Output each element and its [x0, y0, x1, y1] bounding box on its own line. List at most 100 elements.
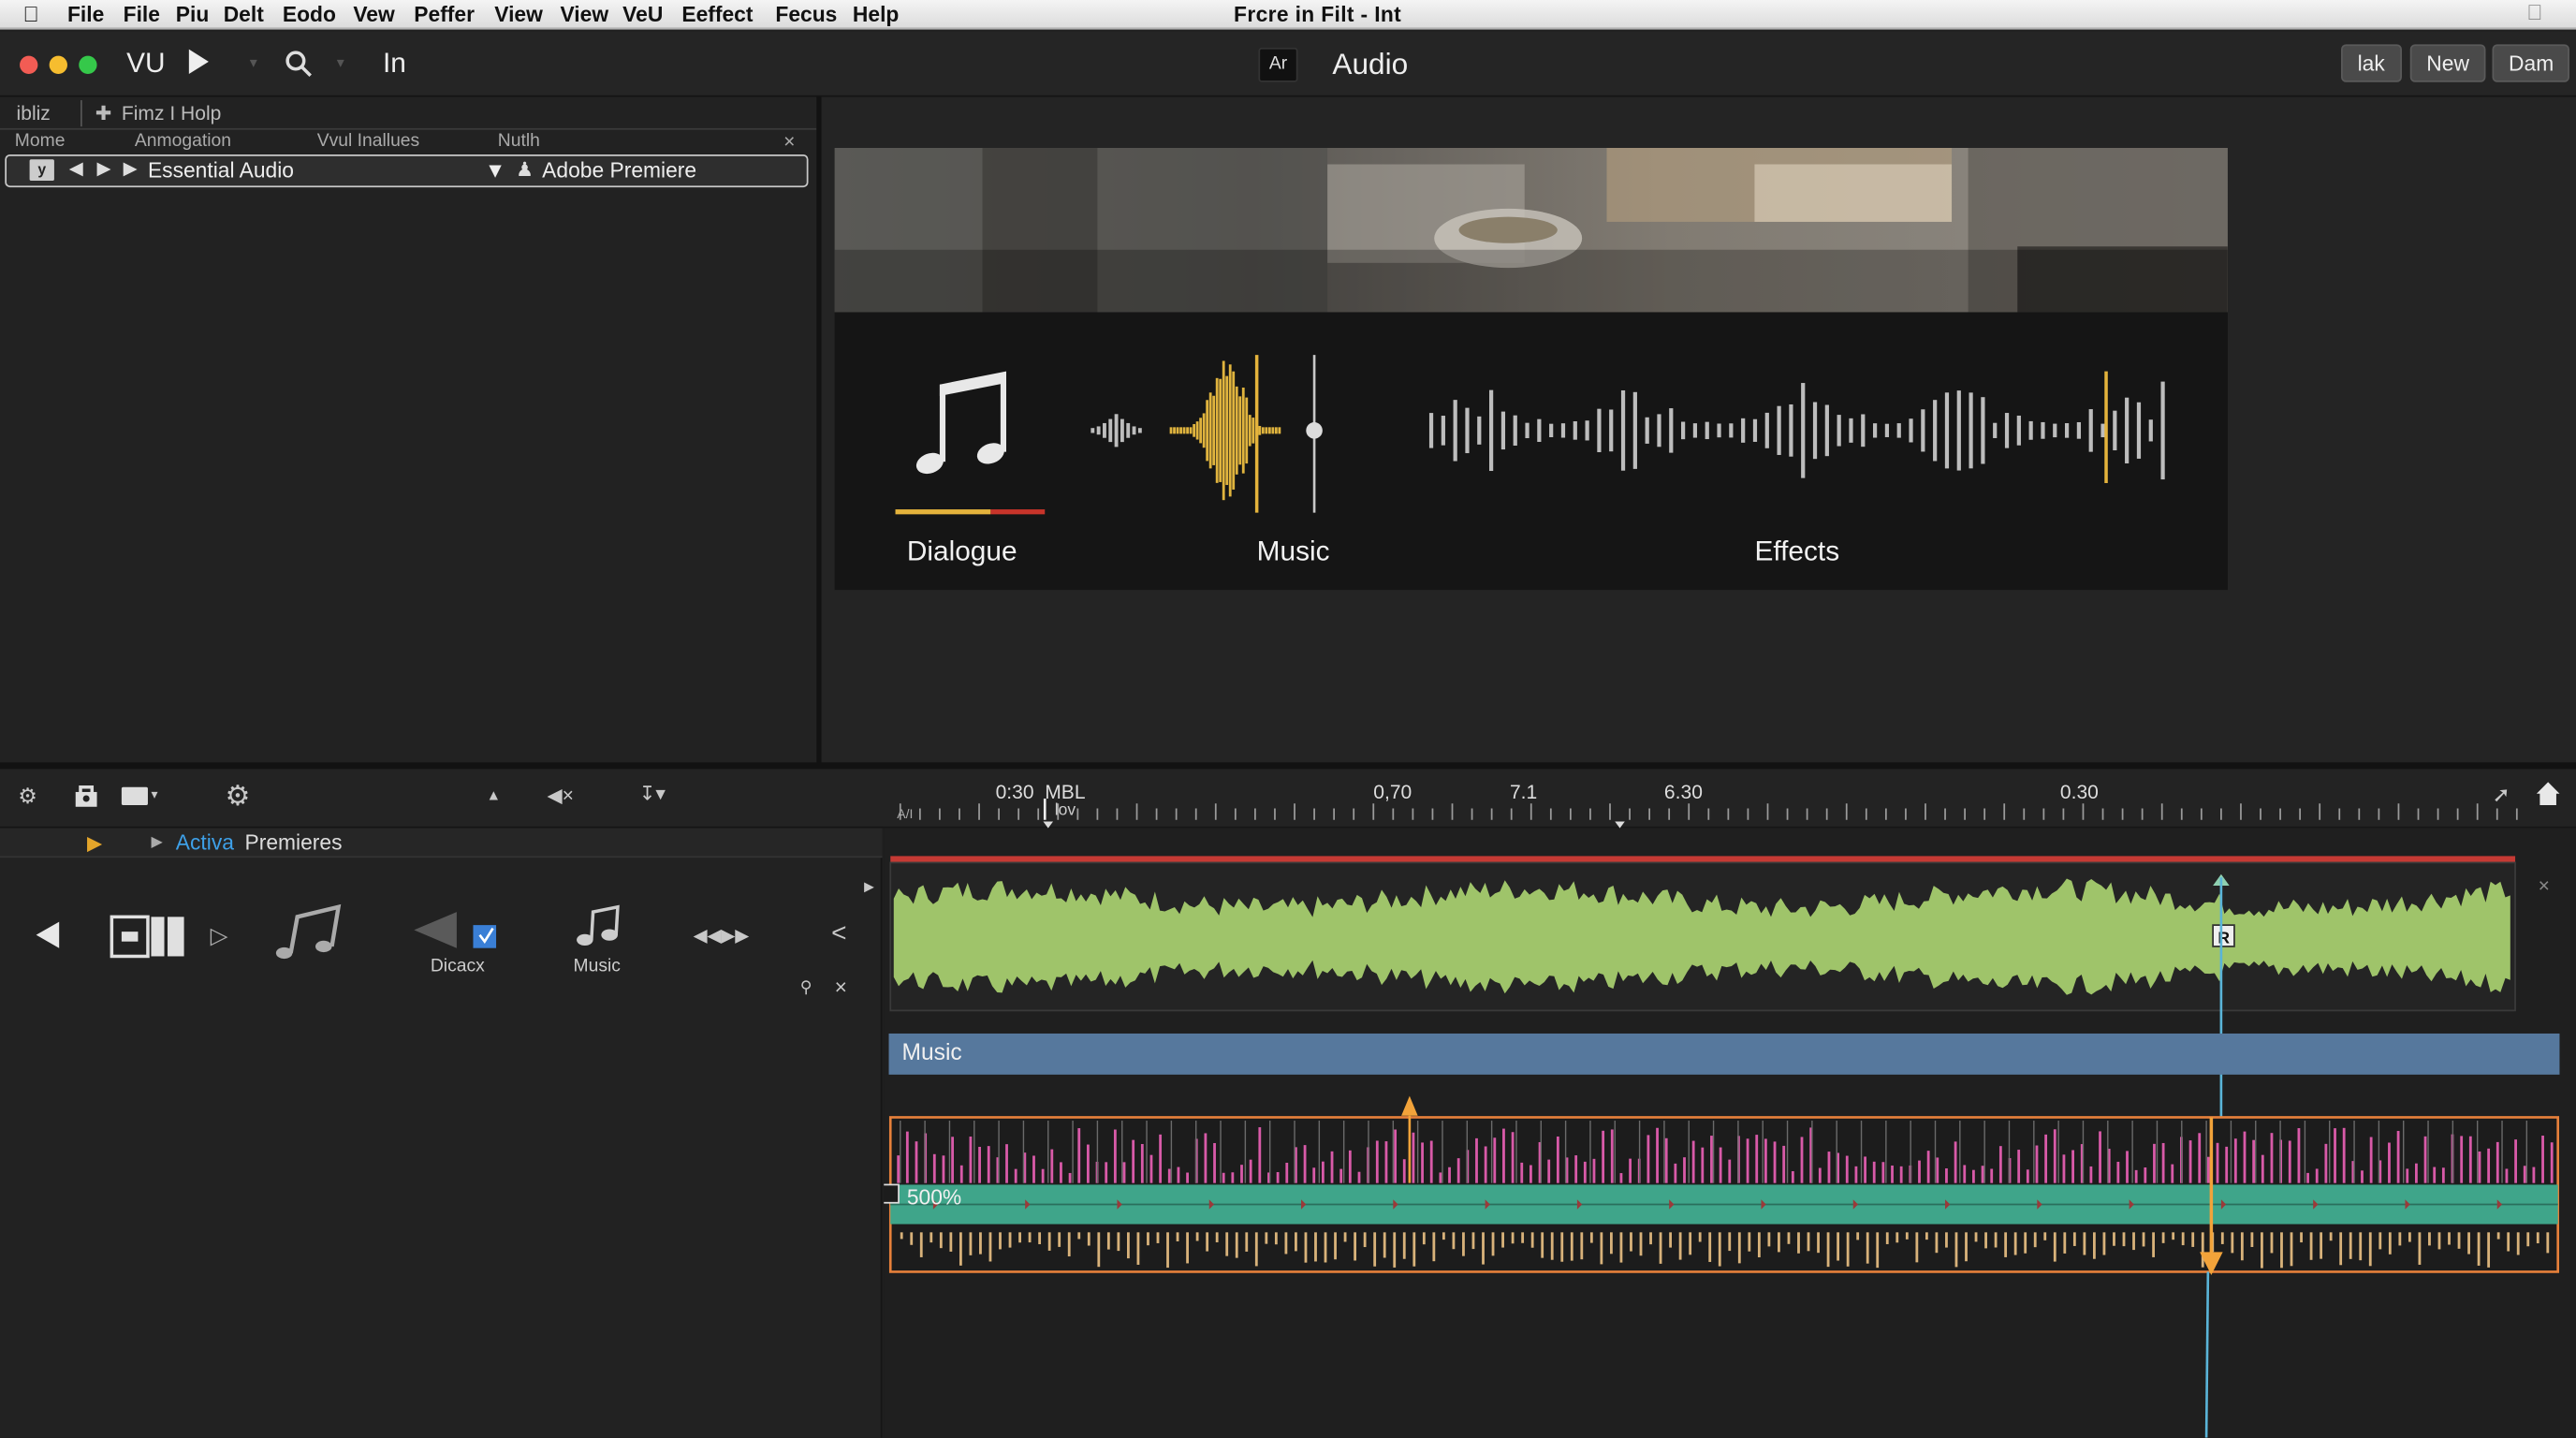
wrench-icon[interactable]: ⚙	[18, 784, 37, 810]
pin-icon[interactable]: ➚	[2492, 782, 2510, 808]
music-spike	[1231, 1172, 1235, 1183]
wave-bar	[1657, 414, 1661, 448]
music-spike	[2514, 1139, 2517, 1183]
music-spike	[1285, 1163, 1289, 1183]
music-clip-bar[interactable]	[888, 1033, 2560, 1075]
column-nutlh[interactable]: Nutlh	[498, 131, 540, 151]
dam-button[interactable]: Dam	[2492, 44, 2570, 82]
close-icon[interactable]: ×	[783, 130, 795, 154]
music-spike	[2188, 1140, 2192, 1183]
close-track-icon[interactable]: ×	[835, 975, 847, 999]
lower-wave-bar	[1097, 1232, 1101, 1268]
panel-toggle-icon[interactable]	[121, 786, 148, 805]
clip-layout-icon[interactable]	[109, 912, 187, 961]
music-spike	[1818, 1167, 1822, 1183]
music-notes-icon[interactable]	[272, 903, 351, 962]
column-mome[interactable]: Mome	[15, 131, 66, 151]
music-spike	[1972, 1169, 1975, 1183]
music-spike	[2324, 1143, 2328, 1183]
music-spike	[1647, 1135, 1650, 1183]
music-label[interactable]: Music	[1257, 536, 1330, 568]
lower-wave-bar	[1354, 1232, 1357, 1261]
wave-bar	[1525, 422, 1530, 439]
play-icon[interactable]	[187, 48, 211, 76]
chevron-left-icon[interactable]: <	[831, 920, 846, 950]
row-dropdown-icon[interactable]: ▼	[485, 157, 506, 182]
wave-bar	[1090, 428, 1095, 433]
volume-mute-icon[interactable]: ◀×	[547, 784, 574, 807]
lower-wave-bar	[1284, 1232, 1288, 1255]
effects-label[interactable]: Effects	[1754, 536, 1839, 568]
gear-icon[interactable]: ⚙	[225, 781, 250, 814]
time-ruler[interactable]	[884, 769, 2526, 829]
lower-wave-bar	[2320, 1232, 2323, 1259]
lower-wave-bar	[1245, 1232, 1249, 1252]
dialogue-label[interactable]: Dialogue	[907, 536, 1017, 568]
lower-wave-bar	[988, 1232, 992, 1262]
zoom-search-icon[interactable]: ⚲	[800, 979, 812, 997]
dicacx-icon[interactable]	[407, 909, 499, 952]
horizontal-splitter[interactable]	[0, 762, 2576, 770]
timeline-close-icon[interactable]: ×	[2539, 874, 2550, 898]
tab-ibliz[interactable]: ibliz	[17, 102, 51, 125]
breadcrumb-active[interactable]: Activa	[176, 829, 234, 854]
search-icon[interactable]	[285, 50, 315, 80]
breadcrumb-rest[interactable]: Premieres	[245, 829, 343, 854]
minimize-window-button[interactable]	[49, 55, 67, 74]
panel-dropdown-icon[interactable]: ▾	[151, 787, 157, 802]
wave-bar	[1729, 423, 1734, 438]
music-spike	[1592, 1158, 1596, 1183]
wave-bar	[2160, 381, 2165, 480]
close-window-button[interactable]	[20, 55, 38, 74]
column-vvul-inallues[interactable]: Vvul Inallues	[317, 131, 419, 151]
filter-icon[interactable]: y	[29, 159, 54, 182]
music-note-icon[interactable]	[575, 903, 621, 949]
wave-bar	[1195, 421, 1199, 440]
wave-bar	[1235, 386, 1238, 475]
wave-bar	[1179, 427, 1182, 434]
shuttle-icon[interactable]: ◀◀▶▶	[694, 925, 749, 946]
dropdown-icon[interactable]: ▾	[250, 54, 257, 72]
wave-bar	[1202, 413, 1206, 448]
expand-arrow-icon[interactable]: ▶	[124, 157, 138, 179]
timeline-canvas[interactable]: R	[879, 829, 2576, 1438]
lak-button[interactable]: lak	[2341, 44, 2402, 82]
zoom-percent-label[interactable]: 500%	[907, 1184, 961, 1209]
home-icon[interactable]	[2535, 781, 2561, 807]
wave-bar	[1872, 423, 1878, 438]
marker-dropdown-icon[interactable]: ↧▾	[639, 782, 666, 805]
lock-icon[interactable]	[72, 782, 100, 808]
search-dropdown-icon[interactable]: ▾	[337, 54, 344, 72]
music-spike	[1945, 1167, 1948, 1183]
wave-bar	[1896, 423, 1901, 438]
lower-wave-bar	[2270, 1232, 2274, 1254]
zoom-window-button[interactable]	[79, 55, 97, 74]
sequence-play-icon[interactable]: ▶	[87, 831, 102, 855]
music-spike	[1204, 1133, 1208, 1183]
music-spike	[2053, 1129, 2056, 1183]
lower-wave-bar	[1767, 1232, 1771, 1247]
in-field-label[interactable]: In	[383, 48, 406, 81]
music-spike	[897, 1155, 900, 1183]
forward-arrow-icon[interactable]: ▶	[97, 157, 111, 179]
tab-fimz-holp[interactable]: Fimz I Holp	[122, 102, 222, 125]
lower-wave-bar	[1659, 1232, 1662, 1264]
step-icon[interactable]: ▷	[211, 922, 228, 950]
music-spike	[1014, 1168, 1017, 1183]
status-icon[interactable]: 	[2526, 0, 2542, 24]
back-arrow-icon[interactable]: ◀	[69, 157, 83, 179]
breadcrumb-expand-icon[interactable]: ▶	[151, 833, 162, 851]
music-spike	[905, 1131, 909, 1183]
lower-wave-bar	[1442, 1232, 1445, 1240]
up-triangle-icon[interactable]: ▲	[487, 787, 502, 804]
column-anmogation[interactable]: Anmogation	[135, 131, 231, 151]
app-label[interactable]: VU	[126, 48, 165, 81]
collapse-left-icon[interactable]	[33, 918, 63, 951]
lower-wave-bar	[1501, 1232, 1504, 1248]
add-icon[interactable]: ✚	[95, 102, 112, 125]
new-button[interactable]: New	[2409, 44, 2486, 82]
track-marker-icon[interactable]: ▶	[864, 879, 874, 894]
wave-bar	[1441, 416, 1445, 446]
wave-bar	[1103, 422, 1106, 438]
music-spike	[2144, 1167, 2147, 1183]
